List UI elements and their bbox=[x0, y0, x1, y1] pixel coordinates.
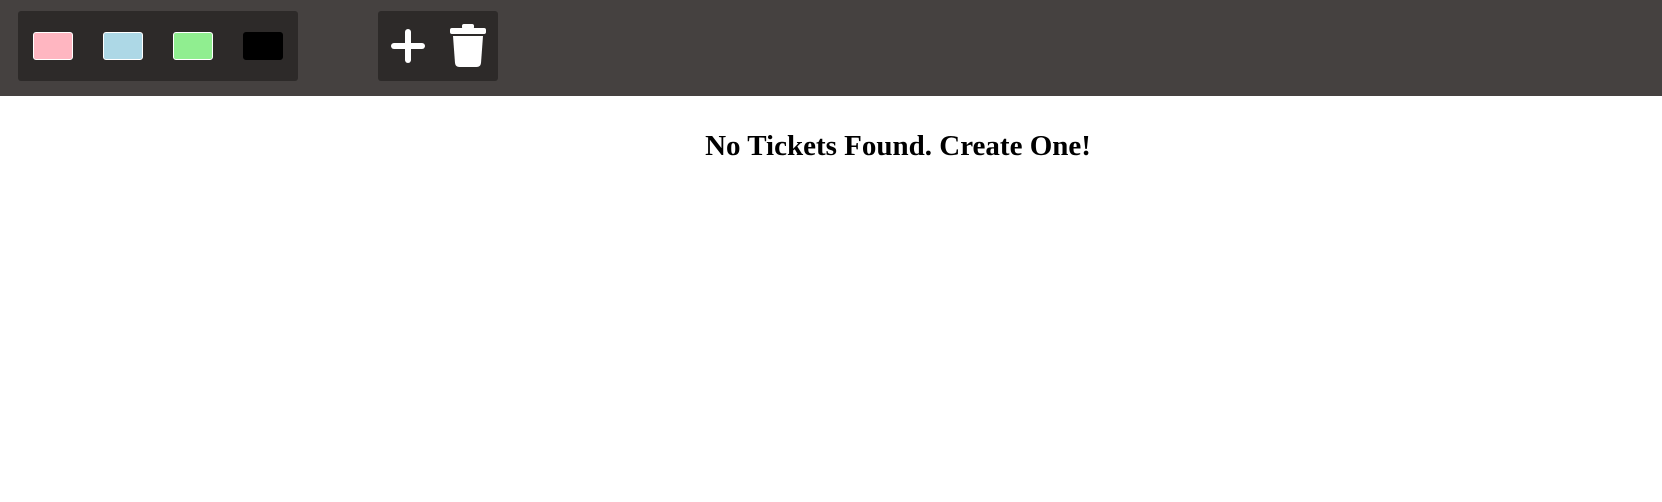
filter-black-button[interactable] bbox=[243, 32, 283, 60]
toolbar bbox=[0, 0, 1662, 96]
filter-pink-button[interactable] bbox=[33, 32, 73, 60]
action-group bbox=[378, 11, 498, 81]
empty-state-message: No Tickets Found. Create One! bbox=[705, 130, 1091, 162]
trash-icon bbox=[450, 24, 486, 67]
color-filter-group bbox=[18, 11, 298, 81]
filter-lightblue-button[interactable] bbox=[103, 32, 143, 60]
add-ticket-button[interactable] bbox=[384, 22, 432, 70]
filter-lightgreen-button[interactable] bbox=[173, 32, 213, 60]
plus-icon bbox=[391, 29, 425, 63]
delete-ticket-button[interactable] bbox=[444, 22, 492, 70]
